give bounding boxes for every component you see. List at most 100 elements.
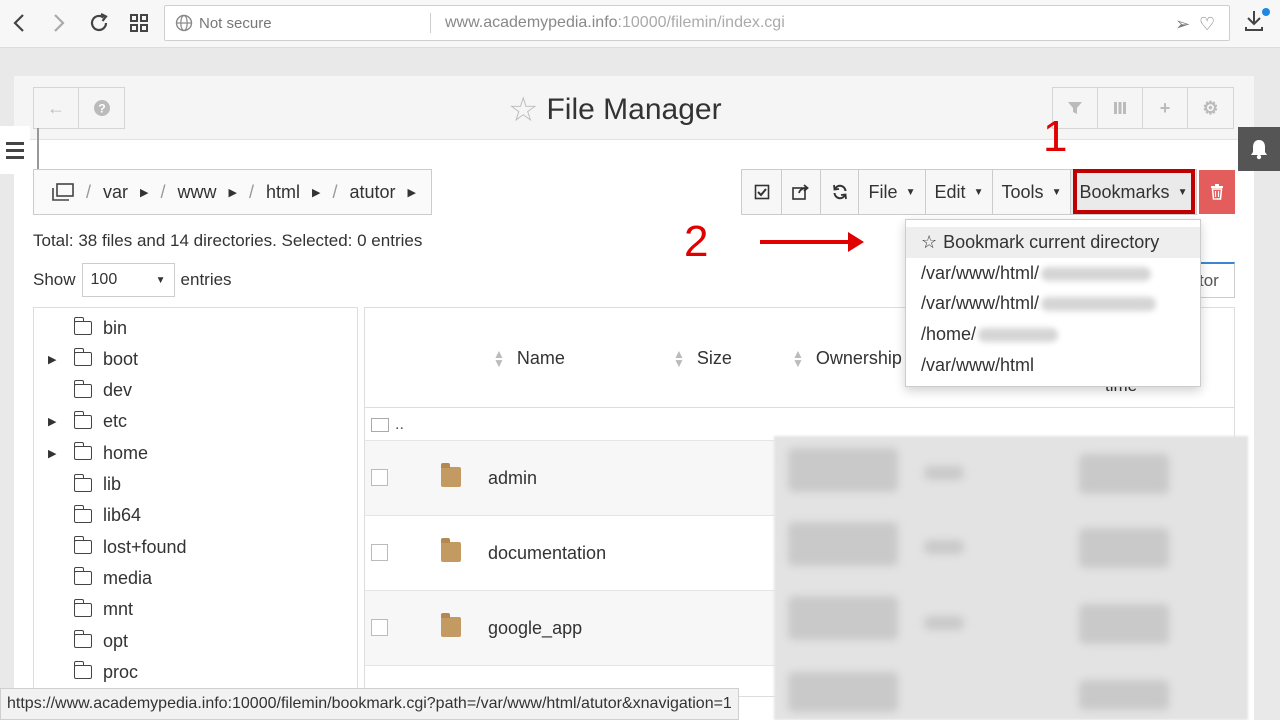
row-checkbox[interactable] [371,469,388,486]
folder-outline-icon [73,442,92,461]
bookmark-item[interactable]: /var/www/html/ [906,288,1200,319]
tree-node[interactable]: bin [34,313,354,343]
tree-node[interactable]: proc [34,657,354,687]
tree-node[interactable]: lib [34,470,354,500]
send-icon[interactable]: ➢ [1175,14,1190,35]
not-secure-label: Not secure [199,15,272,32]
refresh-icon[interactable] [821,170,859,214]
redacted-block [788,522,898,566]
bookmark-current-directory[interactable]: ☆ Bookmark current directory [906,227,1200,258]
expand-caret-icon[interactable]: ▶ [48,447,56,460]
tree-node[interactable]: ▶ home [34,438,354,468]
tree-node[interactable]: media [34,563,354,593]
partially-hidden-tab[interactable]: tor [1196,262,1235,298]
reload-icon[interactable] [84,8,114,38]
star-outline-icon: ☆ [921,232,938,252]
file-name[interactable]: documentation [488,543,606,564]
page-title-text: File Manager [546,93,722,126]
address-bar[interactable]: Not secure www.academypedia.info:10000/f… [164,5,1230,41]
column-ownership[interactable]: ▲ ▼ Ownership [792,348,902,369]
breadcrumb-html[interactable]: html ▶ [266,182,320,203]
redacted-block [788,448,898,492]
breadcrumb-atutor[interactable]: atutor ▶ [350,182,417,203]
select-all-icon[interactable] [742,170,782,214]
folder-outline-icon [73,630,92,648]
forward-icon[interactable] [44,8,74,38]
root-folder-icon[interactable] [52,183,74,201]
tree-node[interactable]: ▶ boot [34,344,354,374]
download-icon[interactable] [1242,8,1270,38]
gear-icon[interactable]: ⚙ [1188,88,1233,128]
heart-icon[interactable]: ♡ [1199,14,1215,35]
bookmark-item[interactable]: /var/www/html [906,350,1200,381]
row-checkbox[interactable] [371,619,388,636]
bookmark-item[interactable]: /var/www/html/ [906,258,1200,289]
folder-outline-icon [73,536,92,555]
bell-icon[interactable] [1238,127,1280,171]
folder-outline-icon [73,410,92,429]
breadcrumb-www[interactable]: www ▶ [178,182,237,203]
sort-icon: ▲ ▼ [493,346,505,370]
breadcrumb-label: html [266,181,301,202]
back-arrow-icon[interactable]: ← [34,88,79,128]
tree-node[interactable]: dev [34,376,354,406]
share-icon[interactable] [782,170,821,214]
tree-node[interactable]: mnt [34,595,354,625]
star-icon[interactable]: ☆ [508,90,538,130]
entries-label: entries [180,270,232,289]
column-name[interactable]: ▲ ▼ Name [493,348,565,369]
tree-node[interactable]: opt [34,626,354,656]
folder-outline-icon [73,567,92,586]
file-menu-button[interactable]: File ▼ [859,170,926,214]
tree-node-label: bin [103,317,128,338]
apps-grid-icon[interactable] [124,8,154,38]
edit-menu-button[interactable]: Edit ▼ [926,170,993,214]
url-host: www.academypedia.info [445,14,618,31]
expand-caret-icon[interactable]: ▶ [48,353,56,366]
menu-item-label: Bookmark current directory [943,232,1160,252]
tree-node[interactable]: lib64 [34,501,354,531]
page-size-select[interactable]: 100 ▼ [81,263,175,297]
redacted-text [1041,266,1152,281]
back-icon[interactable] [4,8,34,38]
column-size[interactable]: ▲ ▼ Size [673,348,732,369]
plus-icon[interactable]: + [1143,88,1188,128]
selection-summary: Total: 38 files and 14 directories. Sele… [33,231,423,250]
tools-menu-label: Tools [1001,181,1044,202]
redacted-block [924,616,964,630]
menu-item-label: /var/www/html/ [921,293,1040,313]
url-text[interactable]: www.academypedia.info:10000/filemin/inde… [445,14,785,32]
breadcrumb-label: www [177,181,217,202]
right-header-buttons: + ⚙ [1052,87,1234,129]
file-name[interactable]: admin [488,468,537,489]
caret-right-icon: ▶ [228,186,237,199]
trash-icon[interactable] [1199,170,1235,214]
row-checkbox[interactable] [371,544,388,561]
breadcrumb-separator: / [160,181,166,202]
expand-caret-icon[interactable]: ▶ [48,415,56,428]
caret-down-icon: ▼ [973,186,984,198]
edit-menu-label: Edit [934,181,966,202]
tree-node-label: dev [103,380,133,401]
menu-item-label: /var/www/html/ [921,263,1040,283]
folder-icon [441,538,461,562]
breadcrumb-var[interactable]: var ▶ [103,182,148,203]
menu-hamburger-icon[interactable] [0,126,30,174]
redacted-block [1079,680,1169,710]
columns-icon[interactable] [1098,88,1143,128]
redacted-block [788,596,898,640]
tree-node-label: home [103,442,149,463]
help-icon[interactable]: ? [79,88,124,128]
url-path: :10000/filemin/index.cgi [617,14,785,31]
tree-node-label: boot [103,348,139,369]
redacted-block [1079,528,1169,568]
bookmark-item[interactable]: /home/ [906,319,1200,350]
tools-menu-button[interactable]: Tools ▼ [993,170,1071,214]
file-name[interactable]: google_app [488,618,582,639]
redacted-text [1041,296,1157,311]
tree-node[interactable]: lost+found [34,532,354,562]
tree-node[interactable]: ▶ etc [34,407,354,437]
caret-down-icon: ▼ [905,186,916,198]
tree-node-label: lib64 [103,505,142,526]
breadcrumb-separator: / [86,181,92,202]
